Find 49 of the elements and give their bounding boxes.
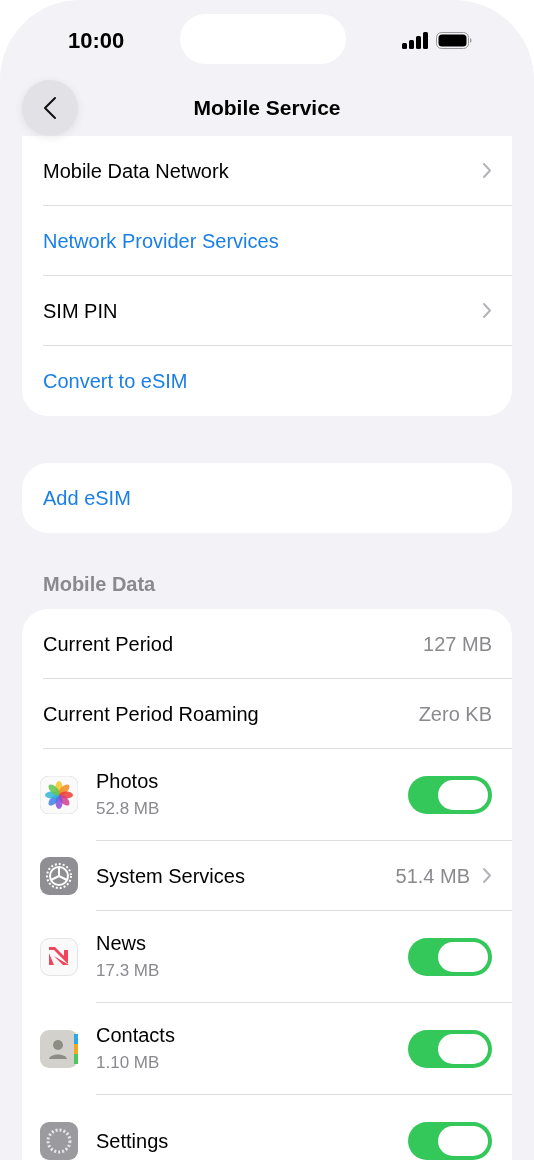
- list-row[interactable]: System Services 51.4 MB: [22, 841, 512, 911]
- page-title: Mobile Service: [193, 95, 341, 122]
- list-row[interactable]: Convert to eSIM: [22, 346, 512, 416]
- row-label: Contacts: [96, 1023, 176, 1048]
- back-chevron-icon: [43, 96, 57, 120]
- row-label: Convert to eSIM: [43, 369, 189, 394]
- section-header: Mobile Data: [42, 572, 157, 597]
- list-row[interactable]: Network Provider Services: [22, 206, 512, 276]
- list-row[interactable]: Add eSIM: [22, 463, 512, 533]
- row-label: Network Provider Services: [43, 228, 280, 254]
- flower-icon: [40, 776, 78, 814]
- row-value: 127 MB: [423, 631, 492, 657]
- chevron-right-icon: [482, 162, 492, 179]
- row-label: Photos: [96, 769, 160, 794]
- row-detail: 1.10 MB: [96, 1052, 161, 1074]
- gear-icon: [40, 1122, 78, 1160]
- list-row[interactable]: Current Period Roaming Zero KB: [22, 679, 512, 749]
- row-label: Current Period: [43, 631, 175, 657]
- row-value: 51.4 MB: [395, 863, 470, 889]
- gear-icon: [40, 857, 78, 895]
- row-label: Settings: [96, 1129, 170, 1154]
- row-label: Current Period Roaming: [43, 701, 260, 727]
- toggle-switch[interactable]: [408, 937, 492, 976]
- row-detail: 52.8 MB: [96, 798, 161, 820]
- back-button[interactable]: [22, 80, 78, 136]
- status-time: 10:00: [68, 26, 125, 55]
- row-label: News: [96, 931, 147, 956]
- battery-icon: [436, 31, 472, 49]
- row-value: Zero KB: [418, 701, 492, 727]
- list-row[interactable]: Mobile Data Network: [22, 136, 512, 206]
- contact-card-icon: [40, 1030, 78, 1068]
- signal-icon: [402, 31, 429, 49]
- toggle-switch[interactable]: [408, 1122, 492, 1160]
- row-label: Add eSIM: [43, 486, 132, 511]
- list-row[interactable]: Photos 52.8 MB: [22, 749, 512, 841]
- list-row[interactable]: Settings: [22, 1095, 512, 1160]
- list-row[interactable]: Current Period 127 MB: [22, 609, 512, 679]
- toggle-switch[interactable]: [408, 1029, 492, 1068]
- row-label: Mobile Data Network: [43, 158, 230, 184]
- row-detail: 17.3 MB: [96, 960, 161, 982]
- chevron-right-icon: [482, 867, 492, 884]
- chevron-right-icon: [482, 302, 492, 319]
- list-row[interactable]: SIM PIN: [22, 276, 512, 346]
- row-label: System Services: [96, 863, 246, 889]
- list-row[interactable]: News 17.3 MB: [22, 911, 512, 1003]
- news-icon: [40, 938, 78, 976]
- row-label: SIM PIN: [43, 298, 119, 324]
- list-row[interactable]: Contacts 1.10 MB: [22, 1003, 512, 1095]
- toggle-switch[interactable]: [408, 775, 492, 814]
